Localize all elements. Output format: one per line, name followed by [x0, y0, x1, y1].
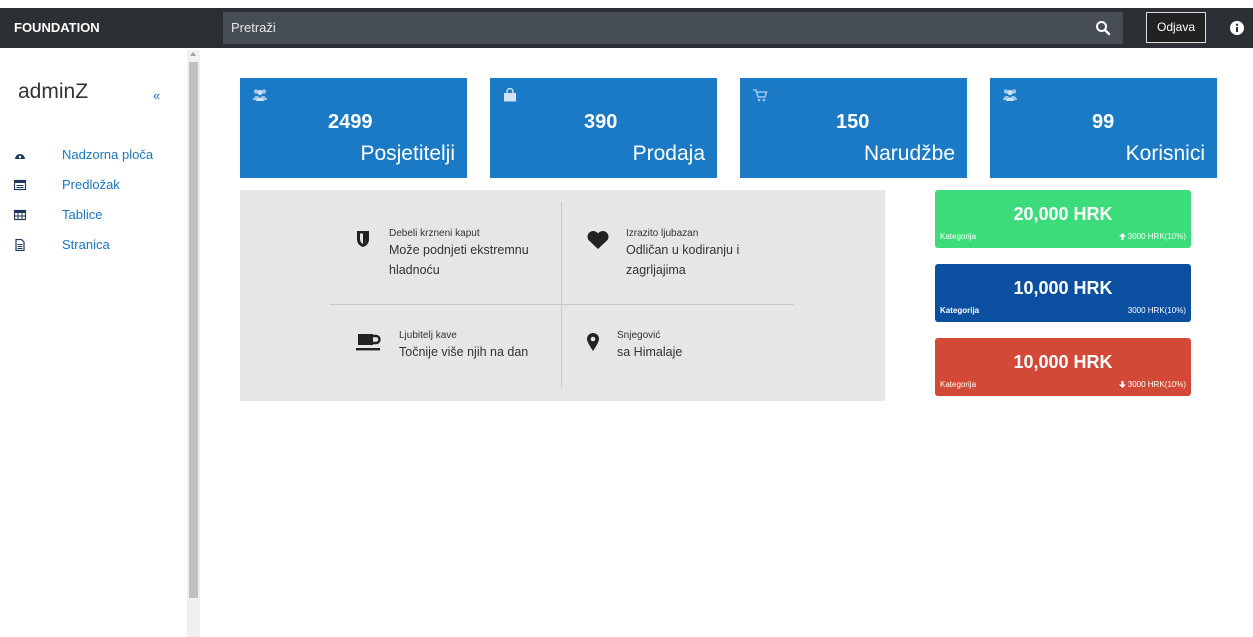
users-icon — [1003, 89, 1017, 101]
username: adminZ — [18, 80, 89, 103]
feature-text: sa Himalaje — [617, 345, 683, 359]
table-icon — [14, 209, 26, 221]
page-icon — [15, 239, 25, 251]
revenue-card[interactable]: 10,000 HRK Kategorija 3000 HRK(10%) — [935, 264, 1191, 322]
sidebar-item-tables[interactable]: Tablice — [14, 206, 184, 226]
sidebar-item-label: Nadzorna ploča — [62, 147, 154, 162]
collapse-sidebar-button[interactable]: « — [153, 88, 160, 103]
stat-orders[interactable]: 150 Narudžbe — [740, 78, 967, 178]
top-bar: FOUNDATION Pretraži Odjava — [0, 8, 1253, 48]
stat-label: Posjetitelji — [360, 142, 455, 165]
card-category: Kategorija — [940, 380, 977, 389]
map-marker-icon — [587, 333, 599, 351]
card-change-value: 3000 HRK(10%) — [1127, 232, 1186, 241]
sidebar-item-dashboard[interactable]: Nadzorna ploča — [14, 146, 184, 166]
divider — [330, 304, 794, 305]
search-input[interactable]: Pretraži — [223, 12, 1123, 44]
dashboard-icon — [15, 154, 25, 159]
top-strip — [0, 0, 1253, 8]
sidebar-scrollbar[interactable] — [187, 50, 200, 637]
stat-value: 150 — [836, 111, 870, 133]
stat-label: Korisnici — [1125, 142, 1205, 165]
card-change: 3000 HRK(10%) — [1118, 232, 1186, 241]
arrow-down-icon — [1118, 381, 1126, 388]
divider — [561, 202, 562, 387]
search-icon[interactable] — [1095, 20, 1111, 36]
feature-text: Odličan u kodiranju i zagrljajima — [626, 243, 740, 277]
sidebar-item-label: Stranica — [62, 237, 110, 252]
feature-title: Izrazito ljubazan — [626, 228, 699, 239]
card-change-value: 3000 HRK(10%) — [1127, 306, 1186, 315]
stat-sales[interactable]: 390 Prodaja — [490, 78, 717, 178]
feature-title: Snjegović — [617, 330, 661, 341]
feature-item: Snjegović sa Himalaje — [586, 330, 796, 370]
feature-item: Ljubitelj kave Točnije više njih na dan — [356, 330, 556, 370]
sidebar-item-template[interactable]: Predložak — [14, 176, 184, 196]
stat-label: Prodaja — [632, 142, 705, 165]
card-category: Kategorija — [940, 232, 977, 241]
stat-value: 390 — [584, 111, 618, 133]
feature-title: Debeli krzneni kaput — [389, 228, 480, 239]
feature-item: Izrazito ljubazan Odličan u kodiranju i … — [586, 228, 796, 288]
info-icon[interactable] — [1230, 21, 1244, 35]
card-amount: 20,000 HRK — [1013, 204, 1113, 224]
shield-icon — [357, 231, 369, 247]
stat-users[interactable]: 99 Korisnici — [990, 78, 1217, 178]
sidebar: adminZ « Nadzorna ploča Predložak Tablic… — [0, 48, 188, 637]
coffee-icon — [356, 334, 381, 351]
revenue-card[interactable]: 10,000 HRK Kategorija 3000 HRK(10%) — [935, 338, 1191, 396]
card-change: 3000 HRK(10%) — [1118, 380, 1186, 389]
template-icon — [14, 179, 26, 191]
users-icon — [253, 89, 267, 101]
sidebar-item-page[interactable]: Stranica — [14, 236, 184, 256]
stat-value: 99 — [1092, 111, 1115, 133]
features-panel: Debeli krzneni kaput Može podnjeti ekstr… — [240, 190, 885, 401]
heart-icon — [587, 230, 609, 249]
cart-icon — [753, 89, 768, 102]
revenue-card[interactable]: 20,000 HRK Kategorija 3000 HRK(10%) — [935, 190, 1191, 248]
shopping-bag-icon — [504, 88, 516, 102]
stat-value: 2499 — [328, 111, 373, 133]
card-amount: 10,000 HRK — [1013, 352, 1113, 372]
scrollbar-thumb[interactable] — [189, 62, 198, 598]
stat-label: Narudžbe — [863, 142, 955, 165]
card-change-value: 3000 HRK(10%) — [1127, 380, 1186, 389]
arrow-up-icon — [1118, 233, 1126, 240]
stat-visitors[interactable]: 2499 Posjetitelji — [240, 78, 467, 178]
feature-text: Točnije više njih na dan — [399, 345, 529, 359]
scroll-up-arrow-icon[interactable] — [190, 52, 196, 56]
card-change: 3000 HRK(10%) — [1128, 306, 1186, 315]
card-category: Kategorija — [940, 306, 980, 315]
card-amount: 10,000 HRK — [1013, 278, 1113, 298]
sidebar-item-label: Predložak — [62, 177, 120, 192]
logout-button[interactable]: Odjava — [1146, 12, 1206, 43]
brand-logo[interactable]: FOUNDATION — [14, 8, 100, 48]
feature-title: Ljubitelj kave — [399, 330, 457, 341]
sidebar-item-label: Tablice — [62, 207, 103, 222]
feature-item: Debeli krzneni kaput Može podnjeti ekstr… — [356, 228, 556, 288]
feature-text: Može podnjeti ekstremnu hladnoću — [389, 243, 529, 277]
